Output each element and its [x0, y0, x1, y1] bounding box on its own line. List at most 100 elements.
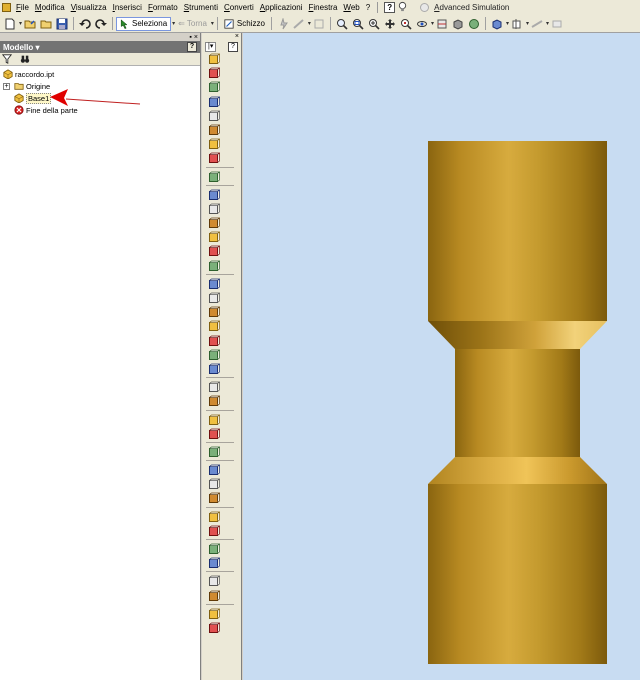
- sweep-icon[interactable]: [208, 81, 220, 93]
- rest-icon[interactable]: [208, 622, 220, 634]
- rib-icon[interactable]: [208, 124, 220, 136]
- lower-chamfer[interactable]: [428, 457, 607, 484]
- work-plane-icon[interactable]: [208, 464, 220, 476]
- panel-bar-help-button[interactable]: ?: [228, 42, 238, 52]
- zoom-icon[interactable]: [367, 17, 381, 31]
- look-at-icon[interactable]: [435, 17, 449, 31]
- zoom-window-icon[interactable]: [351, 17, 365, 31]
- mirror-icon[interactable]: [208, 446, 220, 458]
- stitch-icon[interactable]: [208, 320, 220, 332]
- emboss-icon[interactable]: [208, 138, 220, 150]
- folder-icon: [14, 83, 24, 90]
- menu-inserisci[interactable]: Inserisci: [110, 3, 145, 12]
- work-axis-icon[interactable]: [208, 478, 220, 490]
- panel-bar-header: |▾ ?: [202, 41, 241, 53]
- table-icon[interactable]: [208, 590, 220, 602]
- tree-node-root[interactable]: raccordo.ipt: [0, 68, 200, 80]
- display-mode-icon[interactable]: [451, 17, 465, 31]
- thread-icon[interactable]: [208, 245, 220, 257]
- menu-help[interactable]: ?: [363, 3, 373, 12]
- zoom-all-icon[interactable]: [335, 17, 349, 31]
- part-icon: [3, 69, 13, 79]
- select-button[interactable]: Seleziona: [116, 16, 172, 31]
- move-face-icon[interactable]: [208, 381, 220, 393]
- shell-icon[interactable]: [208, 203, 220, 215]
- new-file-icon[interactable]: [3, 17, 17, 31]
- boundary-patch-icon[interactable]: [208, 306, 220, 318]
- fillet-icon[interactable]: [208, 217, 220, 229]
- whats-new-icon[interactable]: [397, 1, 408, 14]
- open-file-icon[interactable]: [23, 17, 37, 31]
- help-topics-button[interactable]: ?: [384, 2, 396, 13]
- panel-bar-dropdown[interactable]: |▾: [205, 42, 217, 52]
- camera-mode-icon[interactable]: [490, 17, 504, 31]
- extrude-icon[interactable]: [208, 53, 220, 65]
- browser-close-icon[interactable]: ×: [194, 34, 198, 41]
- browser-title[interactable]: Modello: [3, 43, 33, 52]
- revolve-icon[interactable]: [208, 67, 220, 79]
- advanced-simulation-icon[interactable]: [420, 3, 430, 12]
- derived-component-icon[interactable]: [208, 525, 220, 537]
- new-file-dropdown-icon[interactable]: ▾: [19, 20, 22, 27]
- browser-pin-icon[interactable]: ▪: [189, 34, 191, 41]
- promote-icon[interactable]: [208, 511, 220, 523]
- cursor-icon: [120, 18, 128, 29]
- rectangular-pattern-icon[interactable]: [208, 414, 220, 426]
- binoculars-icon[interactable]: [20, 54, 30, 64]
- derive-icon[interactable]: [208, 171, 220, 183]
- menu-finestra[interactable]: Finestra: [306, 3, 341, 12]
- circular-pattern-icon[interactable]: [208, 428, 220, 440]
- graphics-viewport[interactable]: [243, 33, 640, 680]
- browser-help-button[interactable]: ?: [187, 42, 197, 52]
- split-icon[interactable]: [208, 260, 220, 272]
- lower-cylinder[interactable]: [428, 484, 607, 664]
- panel-bar-close-icon[interactable]: ×: [235, 33, 239, 41]
- decal-icon[interactable]: [208, 152, 220, 164]
- browser-title-dropdown-icon[interactable]: ▾: [35, 43, 39, 52]
- select-label: Seleziona: [132, 19, 168, 28]
- project-icon[interactable]: [39, 17, 53, 31]
- grill-icon[interactable]: [208, 395, 220, 407]
- face-draft-icon[interactable]: [208, 278, 220, 290]
- replace-face-icon[interactable]: [208, 349, 220, 361]
- loft-icon[interactable]: [208, 96, 220, 108]
- thicken-icon[interactable]: [208, 292, 220, 304]
- section-view-icon[interactable]: [510, 17, 524, 31]
- shadow-icon[interactable]: [467, 17, 481, 31]
- neck-cylinder[interactable]: [455, 349, 580, 457]
- parameters-icon[interactable]: [208, 543, 220, 555]
- inventor-window: File Modifica Visualizza Inserisci Forma…: [0, 0, 640, 680]
- sketch-button[interactable]: Schizzo: [221, 17, 268, 31]
- work-point-icon[interactable]: [208, 492, 220, 504]
- menu-web[interactable]: Web: [340, 3, 362, 12]
- filter-icon[interactable]: [2, 54, 12, 64]
- rotate-icon[interactable]: [415, 17, 429, 31]
- menu-visualizza[interactable]: Visualizza: [68, 3, 110, 12]
- pan-icon[interactable]: [383, 17, 397, 31]
- menu-formato[interactable]: Formato: [145, 3, 181, 12]
- sculpt-icon[interactable]: [208, 335, 220, 347]
- menu-applicazioni[interactable]: Applicazioni: [257, 3, 306, 12]
- menu-converti[interactable]: Converti: [221, 3, 257, 12]
- menu-advanced-simulation[interactable]: Advanced Simulation: [431, 3, 512, 12]
- upper-chamfer[interactable]: [428, 321, 607, 349]
- delete-face-icon[interactable]: [208, 363, 220, 375]
- chamfer-icon[interactable]: [208, 231, 220, 243]
- menu-file[interactable]: File: [13, 3, 32, 12]
- menu-modifica[interactable]: Modifica: [32, 3, 68, 12]
- hole-icon[interactable]: [208, 189, 220, 201]
- view-face-icon[interactable]: [208, 557, 220, 569]
- menu-strumenti[interactable]: Strumenti: [181, 3, 221, 12]
- save-icon[interactable]: [55, 17, 69, 31]
- tree-expand-button[interactable]: +: [3, 82, 10, 90]
- part-model[interactable]: [243, 33, 640, 680]
- undo-icon[interactable]: [78, 17, 92, 31]
- panel-separator: [206, 506, 234, 508]
- redo-icon[interactable]: [94, 17, 108, 31]
- ifeature-icon[interactable]: [208, 575, 220, 587]
- browser-header[interactable]: Modello ▾ ?: [0, 41, 200, 53]
- coil-icon[interactable]: [208, 110, 220, 122]
- zoom-selected-icon[interactable]: [399, 17, 413, 31]
- upper-cylinder[interactable]: [428, 141, 607, 321]
- lip-icon[interactable]: [208, 608, 220, 620]
